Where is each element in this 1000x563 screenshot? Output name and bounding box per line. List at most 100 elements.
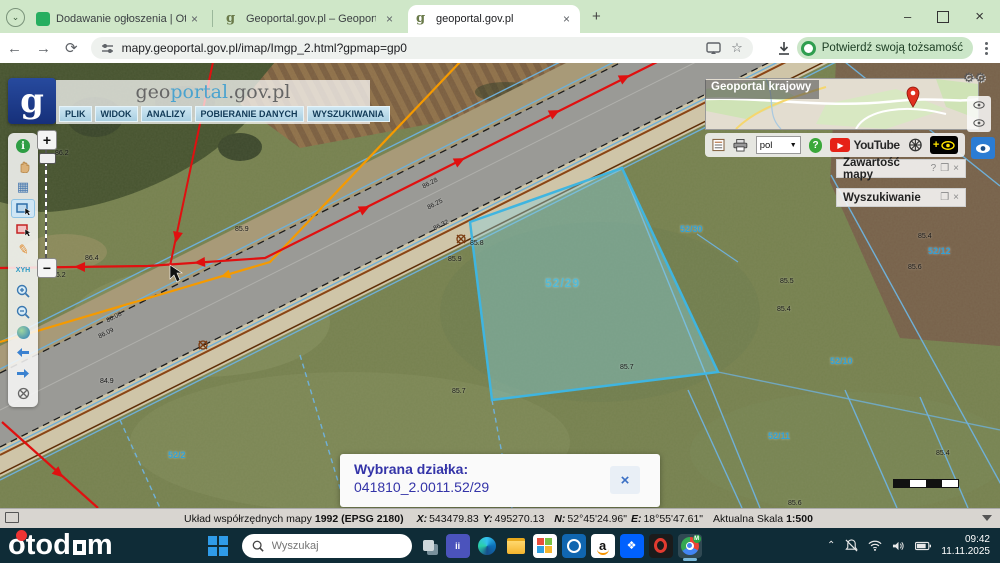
popup-parcel-id: 041810_2.0011.52/29: [354, 479, 490, 495]
outlook-icon[interactable]: [561, 533, 586, 558]
print-icon[interactable]: [733, 138, 748, 152]
parcel-label: 52/11: [768, 431, 791, 441]
help-icon[interactable]: ?: [808, 137, 823, 153]
full-extent-tool[interactable]: [12, 324, 34, 341]
youtube-button[interactable]: ▶ YouTube: [830, 138, 900, 152]
teams-icon[interactable]: ii: [445, 533, 470, 558]
menu-widok[interactable]: WIDOK: [94, 106, 138, 122]
tab-search-chevron[interactable]: ⌄: [6, 8, 25, 27]
volume-icon[interactable]: [892, 540, 905, 552]
previous-view-tool[interactable]: [12, 344, 34, 361]
attribute-table-tool[interactable]: ▦: [12, 179, 34, 196]
tab-geoportal-info[interactable]: g Geoportal.gov.pl – Geoportal In ×: [218, 5, 403, 33]
zoom-out-tool[interactable]: [12, 303, 34, 320]
edge-icon[interactable]: [475, 534, 499, 558]
chrome-icon-active[interactable]: M: [677, 533, 702, 561]
url-text[interactable]: mapy.geoportal.gov.pl/imap/Imgp_2.html?g…: [122, 41, 707, 55]
select-area-tool[interactable]: [12, 222, 34, 239]
map-tools-row: pol ▼ ? ▶ YouTube +: [705, 133, 965, 157]
cast-icon[interactable]: [706, 41, 721, 55]
tray-chevron-icon[interactable]: ⌃: [827, 540, 835, 551]
menu-wyszukiwania[interactable]: WYSZUKIWANIA: [306, 106, 391, 122]
file-explorer-icon[interactable]: [504, 534, 528, 558]
taskbar-clock[interactable]: 09:42 11.11.2025: [941, 534, 990, 558]
x-coordinate: 543479.83: [429, 512, 479, 525]
panel-close-icon[interactable]: ×: [953, 163, 959, 174]
search-panel[interactable]: Wyszukiwanie ❒ ×: [836, 188, 966, 207]
zoom-slider-handle[interactable]: [39, 153, 56, 164]
verify-identity-button[interactable]: Potwierdź swoją tożsamość: [796, 37, 973, 59]
select-parcel-tool-active[interactable]: [11, 199, 35, 219]
tab-close-icon[interactable]: ×: [384, 12, 395, 26]
zoom-in-tool[interactable]: [12, 283, 34, 300]
zoom-in-button[interactable]: +: [37, 130, 57, 150]
wifi-icon[interactable]: [868, 540, 882, 551]
url-bar[interactable]: mapy.geoportal.gov.pl/imap/Imgp_2.html?g…: [90, 37, 753, 59]
measure-tool[interactable]: ✎: [12, 242, 34, 259]
statusbar-collapse-icon[interactable]: [982, 515, 992, 521]
opera-icon[interactable]: [648, 533, 673, 558]
browser-menu-icon[interactable]: [985, 46, 988, 50]
tab-divider: [212, 10, 213, 27]
language-value: pol: [759, 139, 773, 151]
start-button[interactable]: [207, 535, 228, 556]
scale-value: 1:500: [786, 512, 813, 525]
amazon-icon[interactable]: a: [590, 533, 615, 558]
microsoft-store-icon[interactable]: [532, 533, 557, 558]
xyh-coordinates-tool[interactable]: XYH: [12, 262, 34, 279]
notifications-off-icon[interactable]: [845, 539, 859, 552]
site-settings-icon[interactable]: [101, 42, 114, 55]
wcag-eye-button[interactable]: [971, 137, 995, 159]
tab-close-icon[interactable]: ×: [561, 12, 572, 26]
tab-otodom[interactable]: Dodawanie ogłoszenia | Otodo ×: [28, 5, 208, 33]
pencil-icon: ✎: [16, 241, 30, 259]
close-window-button[interactable]: ×: [975, 8, 984, 25]
bookmark-star-icon[interactable]: ☆: [731, 40, 743, 56]
info-tool[interactable]: i: [12, 138, 34, 155]
dock-panel-icon[interactable]: [5, 512, 19, 523]
back-button[interactable]: ←: [7, 40, 22, 57]
reload-button[interactable]: ⟳: [65, 39, 78, 57]
minimize-button[interactable]: –: [904, 9, 911, 24]
window-controls: – ×: [888, 0, 1000, 33]
next-view-tool[interactable]: [12, 365, 34, 382]
panel-help-icon[interactable]: ?: [931, 163, 937, 174]
overview-map-title: Geoportal krajowy: [705, 80, 820, 99]
gears-icon[interactable]: ⚙⚙: [963, 70, 986, 86]
panel-close-icon[interactable]: ×: [953, 192, 959, 203]
tab-geoportal-map-active[interactable]: g geoportal.gov.pl ×: [408, 5, 580, 33]
panel-maximize-icon[interactable]: ❒: [940, 192, 949, 203]
settings-wheel-icon[interactable]: [908, 137, 923, 153]
high-contrast-button[interactable]: +: [930, 136, 958, 154]
download-icon[interactable]: [777, 41, 791, 56]
parcel-label: 52/12: [928, 246, 951, 256]
menu-analizy[interactable]: ANALIZY: [140, 106, 192, 122]
dropbox-icon[interactable]: ❖: [619, 533, 644, 558]
popup-close-button[interactable]: ×: [610, 466, 640, 494]
geoportal-favicon: g: [416, 11, 426, 26]
zoom-out-button[interactable]: −: [37, 258, 57, 278]
layer-mini-panel[interactable]: [967, 96, 991, 132]
zoom-slider-track[interactable]: [45, 150, 47, 258]
forward-button[interactable]: →: [36, 40, 51, 57]
language-select[interactable]: pol ▼: [755, 136, 801, 154]
geoportal-logo[interactable]: g: [8, 78, 56, 124]
panel-maximize-icon[interactable]: ❒: [940, 163, 949, 174]
menu-plik[interactable]: PLIK: [59, 106, 92, 122]
new-tab-button[interactable]: +: [592, 8, 601, 25]
taskbar-search-input[interactable]: [269, 538, 384, 553]
taskbar-search[interactable]: [241, 533, 412, 558]
contrast-eye-icon: [941, 140, 956, 150]
browser-tab-bar: ⌄ Dodawanie ogłoszenia | Otodo × g Geopo…: [0, 0, 1000, 33]
menu-pobieranie-danych[interactable]: POBIERANIE DANYCH: [194, 106, 304, 122]
maximize-button[interactable]: [937, 10, 950, 23]
tab-close-icon[interactable]: ×: [189, 12, 200, 26]
task-view-button[interactable]: [417, 534, 441, 558]
legend-icon[interactable]: [712, 138, 725, 152]
battery-icon[interactable]: [915, 541, 932, 551]
clear-selection-tool[interactable]: [12, 385, 34, 402]
parcel-label: 52/10: [830, 356, 853, 366]
elevation-label: 85.9: [235, 226, 249, 233]
pan-tool[interactable]: [12, 158, 34, 175]
map-contents-panel[interactable]: Zawartość mapy ? ❒ ×: [836, 157, 966, 181]
